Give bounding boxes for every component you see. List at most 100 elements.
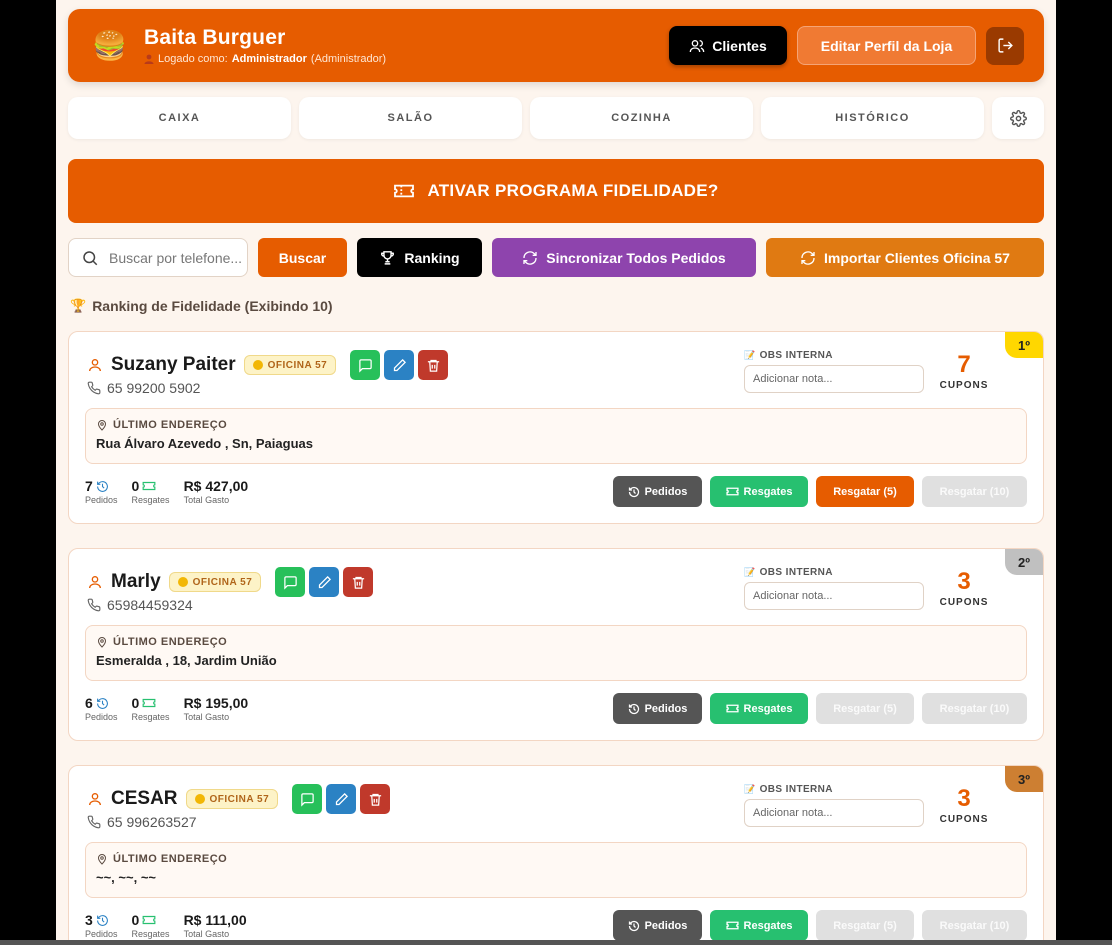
note-icon: 📝 <box>744 784 756 794</box>
address-text: Rua Álvaro Azevedo , Sn, Paiaguas <box>96 436 313 451</box>
customer-name: Suzany Paiter <box>111 354 236 375</box>
stat-total: R$ 427,00 Total Gasto <box>184 478 249 505</box>
logged-user: Administrador <box>231 53 307 65</box>
message-button[interactable] <box>275 567 306 597</box>
pedidos-button-label: Pedidos <box>644 702 688 715</box>
edit-button[interactable] <box>326 784 357 814</box>
address-text: ~~, ~~, ~~ <box>96 870 156 885</box>
total-value: R$ 111,00 <box>183 912 247 928</box>
address-box: ÚLTIMO ENDEREÇO Rua Álvaro Azevedo , Sn,… <box>85 408 1027 464</box>
resgatar-10-button[interactable]: Resgatar (10) <box>922 693 1027 724</box>
clientes-button[interactable]: Clientes <box>669 26 787 65</box>
trash-icon <box>352 576 364 589</box>
customer-name-row: Marly OFICINA 57 <box>87 567 374 597</box>
obs-input[interactable] <box>744 365 924 393</box>
total-label: Total Gasto <box>183 495 230 505</box>
history-icon <box>628 920 639 931</box>
resgates-label: Resgates <box>131 929 170 939</box>
search-input[interactable] <box>109 249 244 266</box>
phone-number: 65 996263527 <box>107 814 197 830</box>
pedidos-button[interactable]: Pedidos <box>613 910 702 941</box>
resgates-count: 0 <box>131 695 140 711</box>
logged-in-info: Logado como: Administrador (Administrado… <box>144 53 669 65</box>
tab-cozinha[interactable]: COZINHA <box>530 97 753 139</box>
phone-number: 65 99200 5902 <box>107 380 201 396</box>
pencil-icon <box>318 575 331 588</box>
settings-button[interactable] <box>992 97 1044 139</box>
main-nav: CAIXA SALÃO COZINHA HISTÓRICO <box>68 97 1044 139</box>
logged-role: (Administrador) <box>310 53 387 65</box>
obs-label-text: OBS INTERNA <box>759 784 833 795</box>
buscar-button[interactable]: Buscar <box>258 238 347 277</box>
customer-name-row: CESAR OFICINA 57 <box>87 784 391 814</box>
trash-icon <box>427 359 439 372</box>
resgatar-10-button[interactable]: Resgatar (10) <box>922 476 1027 507</box>
resgates-button[interactable]: Resgates <box>710 476 808 507</box>
edit-button[interactable] <box>309 567 340 597</box>
map-pin-icon <box>97 854 107 865</box>
edit-button[interactable] <box>384 350 415 380</box>
address-label: ÚLTIMO ENDEREÇO <box>96 636 1016 648</box>
pedidos-button[interactable]: Pedidos <box>613 693 702 724</box>
obs-interna: 📝 OBS INTERNA <box>744 784 924 827</box>
sincronizar-button[interactable]: Sincronizar Todos Pedidos <box>492 238 756 277</box>
message-button[interactable] <box>292 784 323 814</box>
history-icon <box>628 703 639 714</box>
tag-label: OFICINA 57 <box>209 793 270 805</box>
rank-badge: 2º <box>1005 549 1043 575</box>
search-icon <box>83 250 98 265</box>
cupons-counter: 3 CUPONS <box>929 567 999 608</box>
customer-phone: 65984459324 <box>87 597 193 613</box>
tab-salao[interactable]: SALÃO <box>299 97 522 139</box>
ticket-icon <box>394 184 415 198</box>
delete-button[interactable] <box>360 784 391 814</box>
cupons-number: 3 <box>957 568 971 595</box>
clientes-toolbar: Buscar Ranking Sincronizar Todos Pedidos… <box>68 238 1044 277</box>
resgatar-5-button[interactable]: Resgatar (5) <box>816 693 914 724</box>
resgates-button[interactable]: Resgates <box>710 910 808 941</box>
import-label: Importar Clientes Oficina 57 <box>824 249 1010 266</box>
customer-name: Marly <box>111 571 161 592</box>
message-button[interactable] <box>350 350 381 380</box>
total-value: R$ 195,00 <box>183 695 249 711</box>
obs-input[interactable] <box>744 582 924 610</box>
importar-button[interactable]: Importar Clientes Oficina 57 <box>766 238 1044 277</box>
note-icon: 📝 <box>744 350 756 360</box>
ticket-icon <box>142 481 156 491</box>
cupons-counter: 3 CUPONS <box>929 784 999 825</box>
note-icon: 📝 <box>744 567 756 577</box>
obs-label: 📝 OBS INTERNA <box>744 350 924 361</box>
tag-label: OFICINA 57 <box>267 359 328 371</box>
ranking-button[interactable]: Ranking <box>357 238 482 277</box>
history-icon <box>96 480 108 492</box>
obs-input[interactable] <box>744 799 924 827</box>
resgates-count: 0 <box>131 478 140 494</box>
resgatar-10-button[interactable]: Resgatar (10) <box>922 910 1027 941</box>
history-icon <box>96 697 108 709</box>
pedidos-button[interactable]: Pedidos <box>613 476 702 507</box>
ticket-icon <box>142 915 156 925</box>
ativar-fidelidade-banner[interactable]: ATIVAR PROGRAMA FIDELIDADE? <box>68 159 1044 223</box>
pencil-icon <box>393 358 406 371</box>
cupons-counter: 7 CUPONS <box>929 350 999 391</box>
tab-historico[interactable]: HISTÓRICO <box>761 97 984 139</box>
editar-perfil-button[interactable]: Editar Perfil da Loja <box>797 26 976 65</box>
tab-caixa[interactable]: CAIXA <box>68 97 291 139</box>
resgates-count: 0 <box>131 912 140 928</box>
resgatar-5-button[interactable]: Resgatar (5) <box>816 910 914 941</box>
total-value: R$ 427,00 <box>183 478 249 494</box>
ticket-icon <box>725 704 739 713</box>
total-label: Total Gasto <box>183 712 230 722</box>
ticket-icon <box>142 698 156 708</box>
stat-pedidos: 3 Pedidos <box>85 912 118 939</box>
logout-button[interactable] <box>986 26 1024 65</box>
resgatar-5-button[interactable]: Resgatar (5) <box>816 476 914 507</box>
delete-button[interactable] <box>343 567 374 597</box>
resgates-button[interactable]: Resgates <box>710 693 808 724</box>
customer-phone: 65 996263527 <box>87 814 197 830</box>
cupons-label: CUPONS <box>939 597 989 608</box>
delete-button[interactable] <box>418 350 449 380</box>
oficina-tag: OFICINA 57 <box>168 572 262 592</box>
cupons-number: 7 <box>957 351 971 378</box>
pencil-icon <box>335 792 348 805</box>
